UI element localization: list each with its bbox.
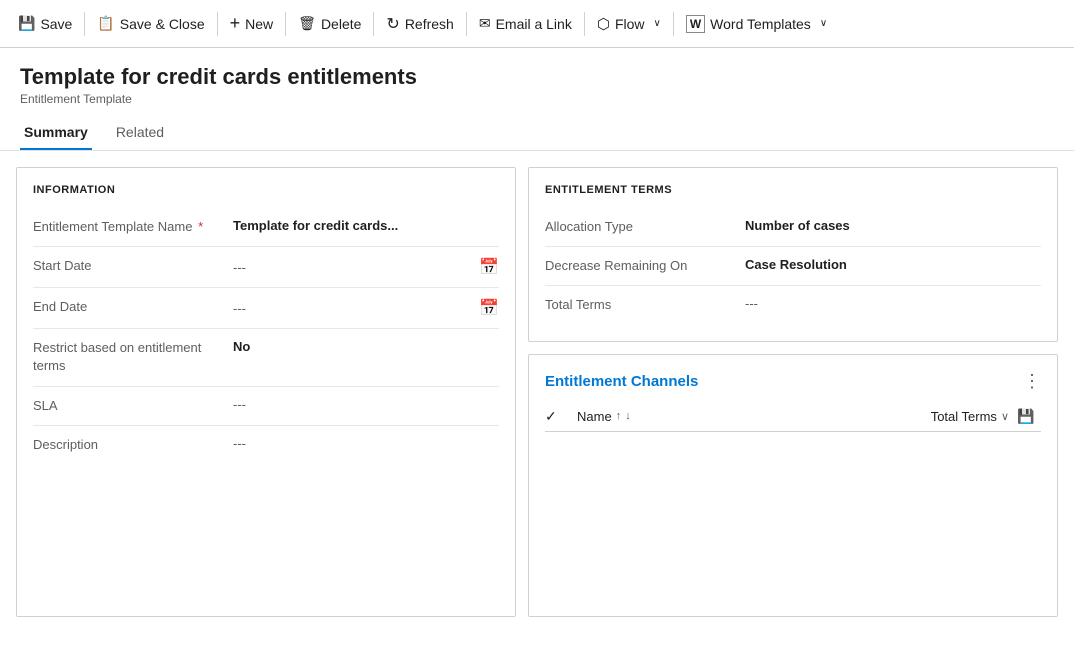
flow-chevron-icon: ∨: [654, 18, 661, 29]
name-column-label: Name: [577, 409, 612, 424]
information-section-title: INFORMATION: [33, 184, 499, 196]
new-button[interactable]: + New: [220, 7, 284, 40]
name-sort-desc-icon[interactable]: ↓: [625, 410, 631, 422]
page-subtitle: Entitlement Template: [20, 92, 1054, 106]
name-column[interactable]: Name ↑ ↓: [577, 409, 931, 424]
channels-table-header: ✓ Name ↑ ↓ Total Terms ∨ 💾: [545, 402, 1041, 432]
word-templates-icon: W: [686, 15, 705, 33]
field-restrict-value[interactable]: No: [233, 339, 499, 354]
save-button[interactable]: 💾 Save: [8, 9, 82, 38]
new-icon: +: [230, 13, 241, 34]
field-description-label: Description: [33, 436, 233, 454]
field-end-date-value[interactable]: --- 📅: [233, 298, 499, 318]
separator-1: [84, 12, 85, 36]
entitlement-terms-section-title: ENTITLEMENT TERMS: [545, 184, 1041, 196]
field-template-name-label: Entitlement Template Name *: [33, 218, 233, 236]
tab-summary[interactable]: Summary: [20, 116, 92, 150]
delete-button[interactable]: 🗑 Delete: [288, 9, 371, 38]
word-templates-chevron-icon: ∨: [820, 18, 827, 29]
separator-5: [466, 12, 467, 36]
word-templates-button[interactable]: W Word Templates ∨: [676, 9, 837, 39]
field-sla-label: SLA: [33, 397, 233, 415]
check-icon: ✓: [545, 408, 557, 425]
field-end-date: End Date --- 📅: [33, 288, 499, 329]
field-start-date-label: Start Date: [33, 257, 233, 275]
name-sort-asc-icon[interactable]: ↑: [616, 410, 622, 422]
separator-7: [673, 12, 674, 36]
field-allocation-type-value[interactable]: Number of cases: [745, 218, 1041, 233]
field-total-terms-label: Total Terms: [545, 296, 745, 314]
email-icon: ✉: [479, 15, 491, 32]
field-end-date-label: End Date: [33, 298, 233, 316]
content-area: INFORMATION Entitlement Template Name * …: [0, 151, 1074, 633]
entitlement-terms-card: ENTITLEMENT TERMS Allocation Type Number…: [528, 167, 1058, 342]
field-decrease-remaining-value[interactable]: Case Resolution: [745, 257, 1041, 272]
end-date-calendar-icon[interactable]: 📅: [479, 298, 499, 318]
flow-label: Flow: [615, 16, 645, 32]
page-header: Template for credit cards entitlements E…: [0, 48, 1074, 106]
total-terms-column-label: Total Terms: [931, 409, 997, 424]
right-column: ENTITLEMENT TERMS Allocation Type Number…: [528, 167, 1058, 617]
field-allocation-type: Allocation Type Number of cases: [545, 208, 1041, 247]
page-title: Template for credit cards entitlements: [20, 64, 1054, 90]
field-template-name: Entitlement Template Name * Template for…: [33, 208, 499, 247]
field-allocation-type-label: Allocation Type: [545, 218, 745, 236]
required-marker: *: [198, 219, 203, 234]
separator-3: [285, 12, 286, 36]
channels-title: Entitlement Channels: [545, 373, 698, 390]
save-close-icon: 📋: [97, 15, 114, 32]
flow-icon: ⬡: [597, 15, 610, 33]
new-label: New: [245, 16, 273, 32]
refresh-label: Refresh: [405, 16, 454, 32]
field-start-date: Start Date --- 📅: [33, 247, 499, 288]
flow-button[interactable]: ⬡ Flow ∨: [587, 9, 671, 39]
field-total-terms-value[interactable]: ---: [745, 296, 1041, 311]
field-sla: SLA ---: [33, 387, 499, 426]
field-restrict: Restrict based on entitlement terms No: [33, 329, 499, 386]
email-label: Email a Link: [496, 16, 572, 32]
save-table-icon[interactable]: 💾: [1017, 408, 1034, 424]
toolbar: 💾 Save 📋 Save & Close + New 🗑 Delete ↻ R…: [0, 0, 1074, 48]
separator-6: [584, 12, 585, 36]
separator-4: [373, 12, 374, 36]
refresh-button[interactable]: ↻ Refresh: [376, 8, 463, 40]
field-total-terms: Total Terms ---: [545, 286, 1041, 324]
separator-2: [217, 12, 218, 36]
field-restrict-label: Restrict based on entitlement terms: [33, 339, 233, 375]
save-icon: 💾: [18, 15, 35, 32]
field-decrease-remaining: Decrease Remaining On Case Resolution: [545, 247, 1041, 286]
field-template-name-value[interactable]: Template for credit cards...: [233, 218, 499, 233]
total-terms-chevron-icon[interactable]: ∨: [1001, 410, 1009, 423]
delete-label: Delete: [321, 16, 361, 32]
field-description-value[interactable]: ---: [233, 436, 499, 451]
save-close-button[interactable]: 📋 Save & Close: [87, 9, 214, 38]
save-label: Save: [40, 16, 72, 32]
total-terms-column[interactable]: Total Terms ∨: [931, 409, 1009, 424]
channels-header: Entitlement Channels ⋮: [545, 371, 1041, 392]
tabs: Summary Related: [0, 116, 1074, 151]
email-button[interactable]: ✉ Email a Link: [469, 9, 582, 38]
save-column: 💾: [1017, 408, 1041, 425]
start-date-calendar-icon[interactable]: 📅: [479, 257, 499, 277]
field-decrease-remaining-label: Decrease Remaining On: [545, 257, 745, 275]
entitlement-channels-card: Entitlement Channels ⋮ ✓ Name ↑ ↓ Total …: [528, 354, 1058, 617]
word-templates-label: Word Templates: [710, 16, 811, 32]
information-card: INFORMATION Entitlement Template Name * …: [16, 167, 516, 617]
refresh-icon: ↻: [386, 14, 399, 34]
field-description: Description ---: [33, 426, 499, 464]
save-close-label: Save & Close: [120, 16, 205, 32]
tab-related[interactable]: Related: [112, 116, 168, 150]
field-start-date-value[interactable]: --- 📅: [233, 257, 499, 277]
field-sla-value[interactable]: ---: [233, 397, 499, 412]
check-column: ✓: [545, 408, 577, 425]
delete-icon: 🗑: [298, 15, 316, 32]
channels-menu-icon[interactable]: ⋮: [1023, 371, 1041, 392]
